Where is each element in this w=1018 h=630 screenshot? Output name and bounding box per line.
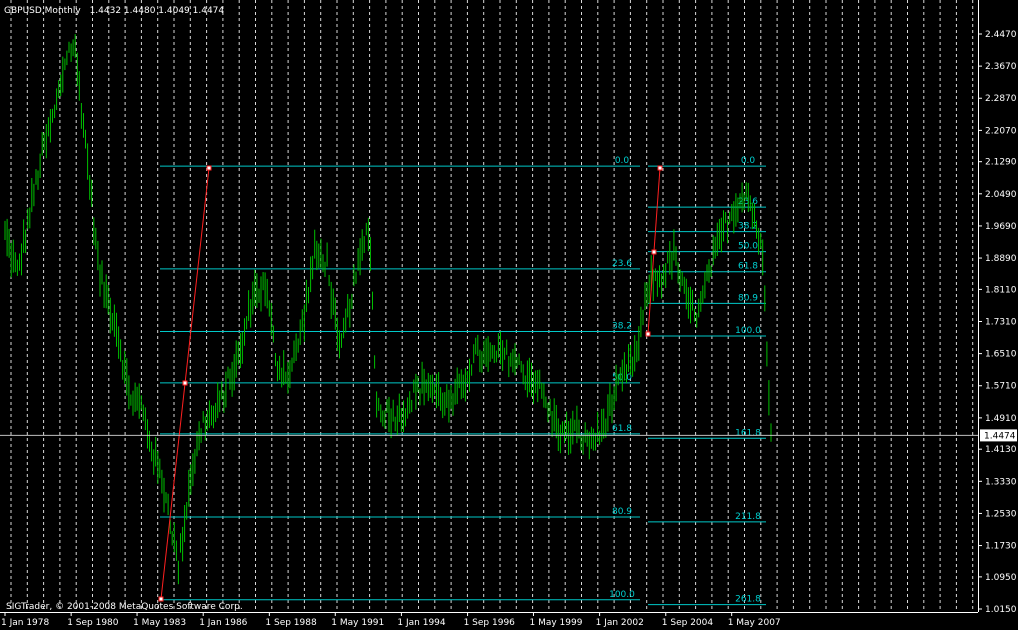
fib-level-label: 100.0 — [735, 326, 761, 336]
time-tick-label: 1 Jan 1978 — [1, 618, 49, 628]
chart-canvas[interactable]: 0.023.638.250.061.880.9100.00.023.638.25… — [0, 0, 1018, 630]
price-tick-label: 2.2070 — [985, 126, 1017, 136]
price-tick-label: 1.4130 — [985, 445, 1017, 455]
price-tick-label: 1.8110 — [985, 285, 1017, 295]
trend-anchor-handle[interactable] — [657, 165, 663, 171]
fib-level-label: 211.8 — [735, 512, 761, 522]
chart-background — [0, 0, 1018, 630]
chart-header: GBPUSD,Monthly 1.4432 1.4480 1.4049 1.44… — [4, 6, 224, 16]
fib-level-label: 0.0 — [741, 156, 756, 166]
price-tick-label: 1.7310 — [985, 318, 1017, 328]
price-tick-label: 1.2530 — [985, 509, 1017, 519]
time-tick-label: 1 May 1991 — [331, 618, 384, 628]
trend-mid-handle[interactable] — [651, 249, 657, 255]
price-tick-label: 1.5710 — [985, 382, 1017, 392]
fib-level-label: 50.0 — [738, 242, 758, 252]
price-tick-label: 1.6510 — [985, 350, 1017, 360]
copyright-text: SIGTrader, © 2001-2008 MetaQuotes Softwa… — [6, 602, 243, 612]
time-tick-label: 1 Jan 2002 — [596, 618, 644, 628]
fib-level-label: 161.8 — [735, 428, 761, 438]
trend-mid-handle[interactable] — [182, 380, 188, 386]
fib-level-label: 0.0 — [615, 156, 630, 166]
price-tick-label: 1.8890 — [985, 254, 1017, 264]
fib-level-label: 61.8 — [612, 424, 632, 434]
time-tick-label: 1 Jan 1994 — [397, 618, 445, 628]
time-tick-label: 1 May 2007 — [728, 618, 781, 628]
ohlc-values: 1.4432 1.4480 1.4049 1.4474 — [90, 6, 225, 16]
price-tick-label: 2.1290 — [985, 158, 1017, 168]
fib-level-label: 261.8 — [735, 595, 761, 605]
fib-level-label: 38.2 — [612, 322, 632, 332]
trend-anchor-handle[interactable] — [158, 596, 164, 602]
time-tick-label: 1 Sep 1980 — [67, 618, 119, 628]
time-tick-label: 1 Sep 1988 — [265, 618, 317, 628]
price-tick-label: 2.3670 — [985, 62, 1017, 72]
fib-level-label: 100.0 — [609, 590, 635, 600]
price-tick-label: 2.4470 — [985, 30, 1017, 40]
time-tick-label: 1 Sep 1996 — [464, 618, 516, 628]
price-tick-label: 1.1730 — [985, 542, 1017, 552]
price-tick-label: 1.0150 — [985, 605, 1017, 615]
symbol-label: GBPUSD,Monthly — [4, 6, 81, 16]
current-price-label: 1.4474 — [984, 431, 1016, 441]
price-tick-label: 1.3330 — [985, 477, 1017, 487]
time-tick-label: 1 Sep 2004 — [662, 618, 714, 628]
fib-level-label: 80.9 — [612, 507, 632, 517]
trend-anchor-handle[interactable] — [645, 331, 651, 337]
trend-anchor-handle[interactable] — [206, 165, 212, 171]
time-tick-label: 1 May 1983 — [133, 618, 186, 628]
time-tick-label: 1 May 1999 — [530, 618, 583, 628]
fib-level-label: 61.8 — [738, 262, 758, 272]
price-tick-label: 1.9690 — [985, 222, 1017, 232]
price-tick-label: 2.0490 — [985, 190, 1017, 200]
fib-level-label: 38.2 — [738, 222, 758, 232]
price-tick-label: 1.0950 — [985, 573, 1017, 583]
fib-level-label: 23.6 — [612, 259, 632, 269]
time-tick-label: 1 Jan 1986 — [199, 618, 247, 628]
price-tick-label: 2.2870 — [985, 94, 1017, 104]
price-tick-label: 1.4910 — [985, 414, 1017, 424]
fib-level-label: 80.9 — [738, 293, 758, 303]
